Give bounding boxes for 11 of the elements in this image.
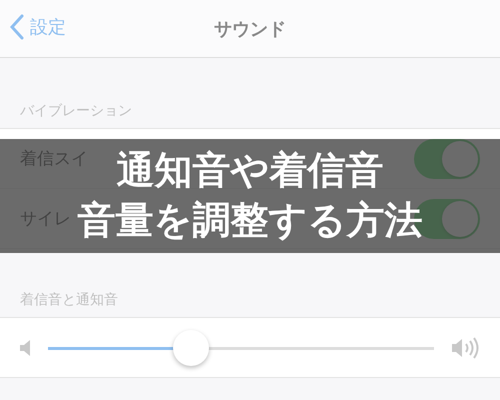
speaker-quiet-icon — [20, 340, 30, 356]
screen-title: サウンド — [214, 18, 286, 40]
back-chevron-icon — [10, 14, 24, 40]
volume-slider[interactable] — [48, 330, 434, 366]
slider-thumb[interactable] — [172, 330, 209, 366]
speaker-loud-icon — [452, 336, 480, 360]
banner-headline: 音量を調整する方法 — [78, 198, 422, 244]
section-header: 着信音と通知音 — [19, 291, 119, 310]
back-button[interactable]: 設定 — [10, 14, 66, 40]
section-header: バイブレーション — [19, 102, 133, 121]
banner-headline: 通知音や着信音 — [116, 148, 384, 194]
